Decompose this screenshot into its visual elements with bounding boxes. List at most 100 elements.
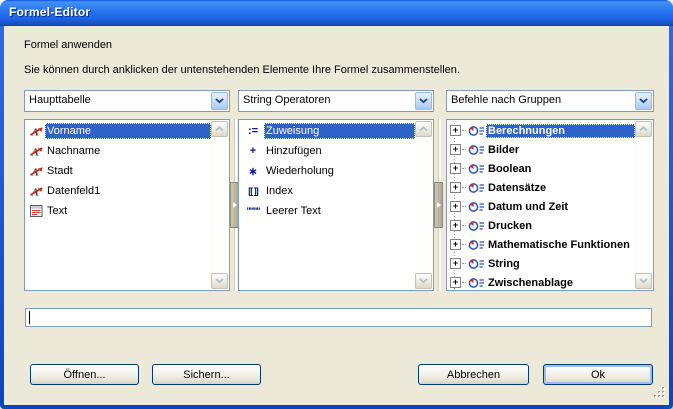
tree-item-label: Bilder bbox=[486, 143, 635, 157]
tree-item[interactable]: + Berechnungen bbox=[448, 121, 635, 140]
list-item-label: Nachname bbox=[45, 143, 211, 159]
dialog-body: Formel anwenden Sie können durch anklick… bbox=[4, 26, 669, 405]
combobox-value: String Operatoren bbox=[243, 94, 330, 106]
tree-item[interactable]: + Drucken bbox=[448, 216, 635, 235]
command-group-combobox[interactable]: Befehle nach Gruppen bbox=[446, 90, 654, 112]
vertical-scrollbar[interactable] bbox=[635, 121, 652, 289]
tree-item-label: String bbox=[486, 257, 635, 271]
list-item[interactable]: A Stadt bbox=[26, 161, 211, 181]
combobox-value: Befehle nach Gruppen bbox=[451, 94, 561, 106]
list-item[interactable]: """" Leerer Text bbox=[240, 201, 415, 221]
commands-treeview: + Berechnungen + Bilder + bbox=[446, 119, 654, 291]
expand-plus-icon[interactable]: + bbox=[450, 201, 461, 212]
tree-item[interactable]: + Bilder bbox=[448, 140, 635, 159]
index-brackets-icon: [[ ]] bbox=[242, 186, 264, 196]
vertical-scrollbar[interactable] bbox=[415, 121, 432, 289]
assignment-icon: := bbox=[242, 125, 264, 137]
data-field-icon: A bbox=[28, 145, 45, 157]
scroll-down-button[interactable] bbox=[211, 273, 228, 289]
tree-item[interactable]: + Datum und Zeit bbox=[448, 197, 635, 216]
collapse-arrow-icon bbox=[437, 202, 441, 208]
window-title: Formel-Editor bbox=[9, 5, 90, 19]
list-item[interactable]: [[ ]] Index bbox=[240, 181, 415, 201]
list-item-label: Zuweisung bbox=[264, 123, 415, 139]
expand-plus-icon[interactable]: + bbox=[450, 182, 461, 193]
dialog-subtitle: Formel anwenden bbox=[24, 39, 112, 51]
data-field-icon: A bbox=[28, 125, 45, 137]
list-item[interactable]: A Vorname bbox=[26, 121, 211, 141]
list-item[interactable]: + Hinzufügen bbox=[240, 141, 415, 161]
data-field-icon: A bbox=[28, 165, 45, 177]
empty-text-icon: """" bbox=[242, 206, 264, 216]
expand-plus-icon[interactable]: + bbox=[450, 239, 461, 250]
text-block-icon bbox=[28, 205, 45, 217]
command-group-icon bbox=[467, 220, 486, 232]
tree-item-label: Datum und Zeit bbox=[486, 200, 635, 214]
tree-item-label: Zwischenablage bbox=[486, 276, 635, 290]
scroll-down-button[interactable] bbox=[415, 273, 432, 289]
command-group-icon bbox=[467, 239, 486, 251]
command-group-icon bbox=[467, 258, 486, 270]
list-item-label: Text bbox=[45, 203, 211, 219]
list-item[interactable]: Text bbox=[26, 201, 211, 221]
ok-button[interactable]: Ok bbox=[543, 364, 653, 385]
data-field-icon: A bbox=[28, 185, 45, 197]
scroll-up-button[interactable] bbox=[211, 121, 228, 137]
open-button[interactable]: Öffnen... bbox=[30, 364, 139, 385]
list-item[interactable]: A Datenfeld1 bbox=[26, 181, 211, 201]
list-item[interactable]: ∗ Wiederholung bbox=[240, 161, 415, 181]
tree-item[interactable]: + Zwischenablage bbox=[448, 273, 635, 289]
chevron-down-icon[interactable] bbox=[415, 92, 432, 110]
vertical-scrollbar[interactable] bbox=[211, 121, 228, 289]
expand-plus-icon[interactable]: + bbox=[450, 144, 461, 155]
command-group-icon bbox=[467, 163, 486, 175]
list-item-label: Datenfeld1 bbox=[45, 183, 211, 199]
command-group-icon bbox=[467, 125, 486, 137]
combobox-value: Haupttabelle bbox=[29, 94, 91, 106]
table-source-combobox[interactable]: Haupttabelle bbox=[24, 90, 230, 112]
formula-input[interactable] bbox=[25, 308, 652, 327]
expand-plus-icon[interactable]: + bbox=[450, 220, 461, 231]
command-group-icon bbox=[467, 144, 486, 156]
window-titlebar[interactable]: Formel-Editor bbox=[0, 0, 673, 26]
expand-plus-icon[interactable]: + bbox=[450, 277, 461, 288]
command-group-icon bbox=[467, 277, 486, 289]
command-group-icon bbox=[467, 201, 486, 213]
tree-item[interactable]: + Datensätze bbox=[448, 178, 635, 197]
text-caret bbox=[29, 311, 30, 324]
cancel-button[interactable]: Abbrechen bbox=[418, 364, 529, 385]
tree-item-label: Mathematische Funktionen bbox=[486, 238, 635, 252]
operator-group-combobox[interactable]: String Operatoren bbox=[238, 90, 434, 112]
tree-item-label: Berechnungen bbox=[486, 124, 635, 138]
tree-item-label: Drucken bbox=[486, 219, 635, 233]
list-item[interactable]: := Zuweisung bbox=[240, 121, 415, 141]
expand-plus-icon[interactable]: + bbox=[450, 163, 461, 174]
scroll-down-button[interactable] bbox=[635, 273, 652, 289]
expand-plus-icon[interactable]: + bbox=[450, 125, 461, 136]
expand-plus-icon[interactable]: + bbox=[450, 258, 461, 269]
fields-listbox: A Vorname A Nachname A Stadt bbox=[24, 119, 230, 291]
asterisk-icon: ∗ bbox=[242, 165, 264, 178]
chevron-down-icon[interactable] bbox=[635, 92, 652, 110]
scroll-up-button[interactable] bbox=[635, 121, 652, 137]
tree-item[interactable]: + Boolean bbox=[448, 159, 635, 178]
chevron-down-icon[interactable] bbox=[211, 92, 228, 110]
command-group-icon bbox=[467, 182, 486, 194]
save-button[interactable]: Sichern... bbox=[152, 364, 261, 385]
pane-splitter[interactable] bbox=[433, 119, 445, 291]
operators-listbox: := Zuweisung + Hinzufügen ∗ Wiederholung… bbox=[238, 119, 434, 291]
formel-editor-dialog: Formel-Editor Formel anwenden Sie können… bbox=[0, 0, 673, 409]
tree-item-label: Boolean bbox=[486, 162, 635, 176]
dialog-instruction: Sie können durch anklicken der untensteh… bbox=[24, 64, 460, 76]
list-item-label: Leerer Text bbox=[264, 203, 415, 219]
list-item-label: Index bbox=[264, 183, 415, 199]
plus-icon: + bbox=[242, 145, 264, 157]
tree-item[interactable]: + String bbox=[448, 254, 635, 273]
resize-grip-icon[interactable] bbox=[653, 386, 666, 402]
tree-item[interactable]: + Mathematische Funktionen bbox=[448, 235, 635, 254]
scroll-up-button[interactable] bbox=[415, 121, 432, 137]
splitter-handle[interactable] bbox=[434, 182, 443, 228]
list-item-label: Stadt bbox=[45, 163, 211, 179]
tree-item-label: Datensätze bbox=[486, 181, 635, 195]
list-item[interactable]: A Nachname bbox=[26, 141, 211, 161]
